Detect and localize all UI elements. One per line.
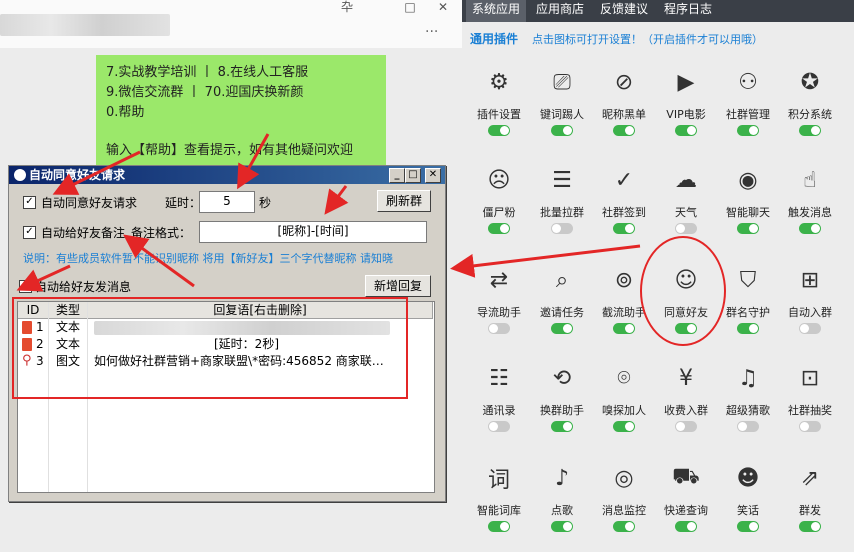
arrow-to-accept [52,150,141,195]
arrow-to-remark [324,185,349,215]
annotation-arrows [16,133,641,292]
arrow-to-message [16,264,71,292]
arrow-to-delay [237,133,270,190]
arrow-to-remark-label [123,234,195,288]
arrow-to-dialog [450,244,641,278]
